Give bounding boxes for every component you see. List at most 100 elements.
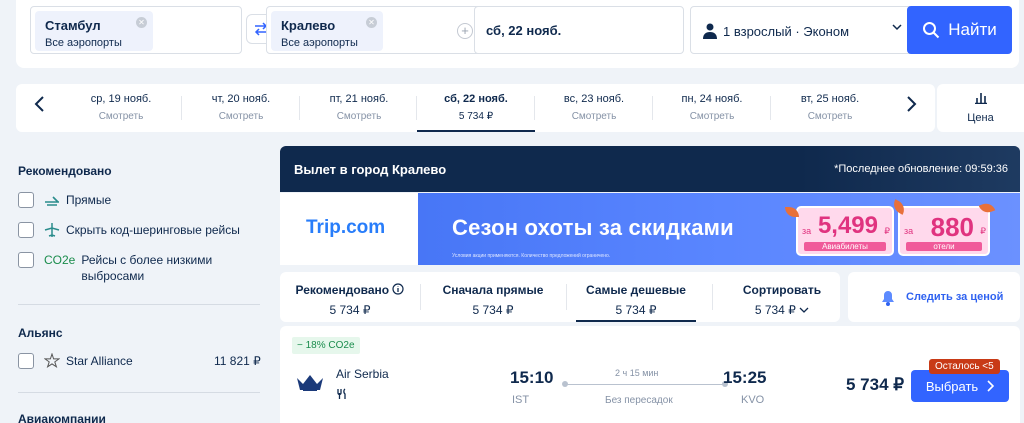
results-header: Вылет в город Кралево *Последнее обновле…: [280, 146, 1020, 192]
promo-banner[interactable]: Trip.com Сезон охоты за скидками Условия…: [280, 193, 1020, 265]
origin-chip[interactable]: Стамбул Все аэропорты ✕: [35, 11, 153, 51]
date-field[interactable]: сб, 22 нояб.: [474, 6, 684, 54]
date-option-label: сб, 22 нояб.: [444, 93, 508, 105]
search-icon: [923, 22, 940, 39]
checkbox[interactable]: [18, 192, 34, 208]
promo-from: за: [802, 226, 812, 236]
select-flight-button[interactable]: Выбрать: [911, 370, 1009, 402]
departure-time: 15:10: [510, 368, 554, 387]
search-button[interactable]: Найти: [907, 6, 1012, 54]
sort-tab-direct-first[interactable]: Сначала прямые 5 734 ₽: [423, 272, 563, 322]
filter-label: Скрыть код-шеринговые рейсы: [66, 223, 240, 237]
alliance-price: 11 821 ₽: [214, 354, 261, 368]
route-line: [565, 384, 725, 385]
filter-low-emissions[interactable]: CO2e Рейсы с более низкими выбросами: [18, 252, 231, 284]
trip-logo: Trip.com: [306, 217, 386, 238]
filter-star-alliance[interactable]: Star Alliance: [18, 353, 133, 369]
destination-chip[interactable]: Кралево Все аэропорты ✕: [271, 11, 383, 51]
track-price-label: Следить за ценой: [906, 291, 1004, 303]
departure-airport: IST: [512, 394, 530, 406]
co2e-tag: CO2e: [44, 253, 76, 267]
destination-airports: Все аэропорты: [281, 37, 358, 49]
codeshare-plane-icon: [44, 222, 60, 238]
origin-field[interactable]: Стамбул Все аэропорты ✕: [30, 6, 242, 54]
date-option-price: Смотреть: [807, 111, 853, 122]
date-option-selected[interactable]: сб, 22 нояб. 5 734 ₽: [417, 84, 535, 132]
sort-dropdown[interactable]: Сортировать 5 734 ₽: [712, 272, 852, 322]
recommended-heading: Рекомендовано: [18, 164, 112, 178]
date-option-label: вс, 23 нояб.: [563, 93, 625, 105]
bar-chart-icon: [974, 93, 987, 105]
date-option-price: Смотреть: [571, 111, 617, 122]
promo-flights-price: 5,499: [817, 212, 878, 239]
passengers-field[interactable]: 1 взрослый · Эконом: [690, 6, 914, 54]
ad-headline: Сезон охоты за скидками: [452, 215, 734, 240]
date-option[interactable]: пн, 24 нояб. Смотреть: [653, 84, 771, 132]
passengers-value: 1 взрослый · Эконом: [723, 24, 850, 39]
sort-tab-label: Самые дешевые: [586, 283, 686, 297]
divider: [18, 392, 260, 393]
route-dot: [562, 381, 568, 387]
availability-badge: Осталось <5: [929, 359, 1000, 374]
sort-tabs: Рекомендовано 5 734 ₽ Сначала прямые 5 7…: [280, 272, 840, 322]
info-icon[interactable]: [392, 283, 405, 295]
promo-currency: ₽: [980, 226, 986, 236]
date-option[interactable]: вт, 25 нояб. Смотреть: [771, 84, 889, 132]
person-icon: [703, 23, 717, 39]
date-option-label: вт, 25 нояб.: [800, 93, 860, 105]
add-city-icon[interactable]: +: [457, 23, 473, 39]
sort-tab-price: 5 734 ₽: [472, 303, 514, 317]
date-option-price: Смотреть: [98, 111, 144, 122]
checkbox[interactable]: [18, 222, 34, 238]
last-update: *Последнее обновление: 09:59:36: [834, 163, 1008, 175]
alliance-heading: Альянс: [18, 326, 63, 340]
air-serbia-logo-icon: [297, 375, 323, 391]
price-chart-toggle[interactable]: Цена: [937, 84, 1024, 132]
flight-stops: Без пересадок: [605, 395, 673, 406]
origin-airports: Все аэропорты: [45, 37, 122, 49]
filter-codeshare[interactable]: Скрыть код-шеринговые рейсы: [18, 222, 240, 238]
price-chart-label: Цена: [967, 112, 994, 124]
date-option[interactable]: вс, 23 нояб. Смотреть: [535, 84, 653, 132]
next-dates-button[interactable]: [899, 94, 923, 120]
date-option[interactable]: ср, 19 нояб. Смотреть: [62, 84, 180, 132]
sort-tab-label: Сортировать: [742, 283, 822, 297]
remove-origin-icon[interactable]: ✕: [136, 17, 147, 28]
origin-city: Стамбул: [45, 18, 101, 33]
sort-tab-price: 5 734 ₽: [712, 303, 852, 317]
checkbox[interactable]: [18, 353, 34, 369]
chevron-down-icon: [892, 24, 902, 31]
prev-dates-button[interactable]: [28, 94, 52, 120]
date-option[interactable]: пт, 21 нояб. Смотреть: [300, 84, 418, 132]
date-option-label: чт, 20 нояб.: [211, 93, 271, 105]
ad-fine-print: Условия акции применяются. Количество пр…: [452, 253, 611, 259]
search-button-label: Найти: [948, 20, 997, 39]
sort-tab-price: 5 734 ₽: [615, 303, 657, 317]
flight-price: 5 734 ₽: [846, 375, 905, 394]
remove-destination-icon[interactable]: ✕: [366, 17, 377, 28]
date-option[interactable]: чт, 20 нояб. Смотреть: [182, 84, 300, 132]
sort-tab-label: Рекомендовано: [280, 283, 420, 297]
star-alliance-icon: [44, 353, 60, 369]
checkbox[interactable]: [18, 252, 34, 268]
results-title: Вылет в город Кралево: [294, 162, 447, 177]
sort-tab-recommended[interactable]: Рекомендовано 5 734 ₽: [280, 272, 420, 322]
direct-flight-icon: [44, 192, 60, 208]
filter-label: Прямые: [66, 193, 112, 207]
date-option-label: ср, 19 нояб.: [90, 93, 152, 105]
airline-name: Air Serbia: [336, 367, 389, 381]
sort-tab-label: Сначала прямые: [442, 283, 544, 297]
flight-result-card[interactable]: − 18% CO2e Air Serbia 15:10 IST 2 ч 15 м…: [280, 326, 1020, 423]
date-option-label: пн, 24 нояб.: [681, 93, 743, 105]
promo-flights-caption: Авиабилеты: [804, 242, 886, 251]
promo-currency: ₽: [884, 226, 890, 236]
select-button-label: Выбрать: [925, 378, 979, 394]
sort-tab-cheapest[interactable]: Самые дешевые 5 734 ₽: [566, 272, 706, 322]
destination-city: Кралево: [281, 18, 336, 33]
date-option-label: пт, 21 нояб.: [329, 93, 389, 105]
filter-direct[interactable]: Прямые: [18, 192, 111, 208]
destination-field[interactable]: Кралево Все аэропорты ✕ +: [266, 6, 484, 54]
track-price-button[interactable]: Следить за ценой: [848, 272, 1020, 322]
promo-from: за: [904, 226, 914, 236]
date-option-price: Смотреть: [336, 111, 382, 122]
